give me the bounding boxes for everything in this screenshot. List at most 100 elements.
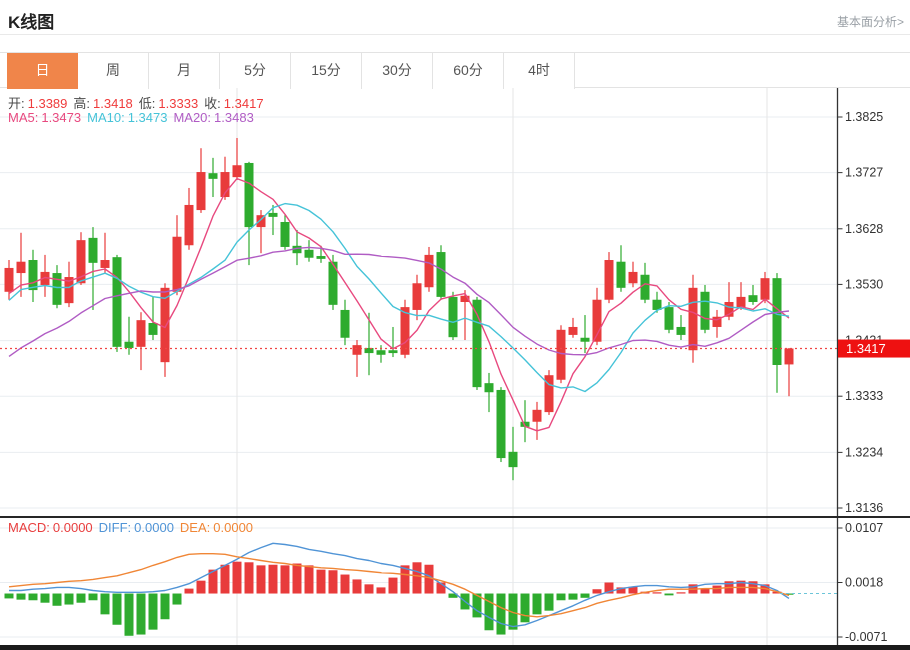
chart-bottom-scrollbar[interactable] <box>0 645 910 650</box>
macd-bar[interactable] <box>413 562 422 593</box>
candle-body[interactable] <box>605 260 614 300</box>
kline-page: { "page": { "title": "K线图", "link": "基本面… <box>0 0 910 650</box>
macd-bar[interactable] <box>677 592 686 593</box>
macd-bar[interactable] <box>593 589 602 593</box>
macd-bar[interactable] <box>173 594 182 605</box>
candle-body[interactable] <box>485 383 494 392</box>
macd-bar[interactable] <box>521 594 530 623</box>
candle-body[interactable] <box>617 262 626 288</box>
ma-item: MA5:1.3473 <box>8 110 84 125</box>
candle-body[interactable] <box>401 307 410 355</box>
macd-bar[interactable] <box>101 594 110 615</box>
candle-body[interactable] <box>533 410 542 422</box>
candle-body[interactable] <box>581 338 590 342</box>
candle-body[interactable] <box>701 292 710 330</box>
candle-body[interactable] <box>149 323 158 335</box>
candle-body[interactable] <box>137 320 146 347</box>
macd-bar[interactable] <box>29 594 38 601</box>
candle-body[interactable] <box>53 273 62 305</box>
macd-bar[interactable] <box>245 562 254 593</box>
macd-bar[interactable] <box>377 587 386 593</box>
candle-body[interactable] <box>17 262 26 273</box>
candle-body[interactable] <box>473 300 482 387</box>
candle-body[interactable] <box>233 165 242 177</box>
candle-body[interactable] <box>737 297 746 307</box>
macd-bar[interactable] <box>293 564 302 594</box>
macd-bar[interactable] <box>497 594 506 635</box>
candle-body[interactable] <box>125 342 134 348</box>
macd-bar[interactable] <box>257 565 266 593</box>
macd-bar[interactable] <box>149 594 158 630</box>
macd-bar[interactable] <box>41 594 50 603</box>
macd-bar[interactable] <box>353 579 362 593</box>
macd-bar[interactable] <box>125 594 134 636</box>
candle-body[interactable] <box>425 255 434 287</box>
candle-body[interactable] <box>197 172 206 210</box>
candle-body[interactable] <box>173 237 182 292</box>
candle-body[interactable] <box>389 350 398 353</box>
macd-bar[interactable] <box>53 594 62 606</box>
macd-bar[interactable] <box>77 594 86 603</box>
candle-body[interactable] <box>557 330 566 380</box>
candle-body[interactable] <box>89 238 98 263</box>
candle-body[interactable] <box>305 250 314 258</box>
candle-body[interactable] <box>353 345 362 355</box>
candle-body[interactable] <box>497 390 506 458</box>
candle-body[interactable] <box>689 288 698 350</box>
candle-body[interactable] <box>185 205 194 245</box>
candle-body[interactable] <box>281 222 290 247</box>
candle-body[interactable] <box>113 257 122 347</box>
macd-bar[interactable] <box>197 581 206 594</box>
macd-bar[interactable] <box>17 594 26 600</box>
ma-item: MA10:1.3473 <box>87 110 170 125</box>
candle-body[interactable] <box>245 163 254 227</box>
macd-bar[interactable] <box>233 562 242 594</box>
candle-body[interactable] <box>377 350 386 355</box>
macd-bar[interactable] <box>113 594 122 625</box>
macd-bar[interactable] <box>89 594 98 601</box>
macd-bar[interactable] <box>269 565 278 594</box>
macd-bar[interactable] <box>557 594 566 601</box>
candle-body[interactable] <box>413 283 422 310</box>
macd-bar[interactable] <box>485 594 494 631</box>
candle-body[interactable] <box>5 268 14 292</box>
macd-bar[interactable] <box>185 589 194 594</box>
macd-bar[interactable] <box>365 584 374 593</box>
candle-body[interactable] <box>749 295 758 302</box>
candle-body[interactable] <box>101 260 110 268</box>
macd-bar[interactable] <box>665 594 674 596</box>
candle-body[interactable] <box>677 327 686 335</box>
macd-bar[interactable] <box>545 594 554 611</box>
macd-bar[interactable] <box>533 594 542 615</box>
macd-bar[interactable] <box>5 594 14 599</box>
macd-bar[interactable] <box>389 578 398 594</box>
candle-body[interactable] <box>209 173 218 179</box>
candle-body[interactable] <box>773 278 782 365</box>
macd-bar[interactable] <box>569 594 578 600</box>
macd-bar[interactable] <box>341 575 350 594</box>
candle-body[interactable] <box>761 278 770 300</box>
candle-body[interactable] <box>341 310 350 338</box>
macd-bar[interactable] <box>329 570 338 593</box>
macd-bar[interactable] <box>281 565 290 593</box>
candle-body[interactable] <box>29 260 38 290</box>
macd-bar[interactable] <box>581 594 590 598</box>
candle-body[interactable] <box>785 349 794 365</box>
macd-bar[interactable] <box>137 594 146 635</box>
candle-body[interactable] <box>317 256 326 259</box>
candle-body[interactable] <box>641 275 650 300</box>
candle-body[interactable] <box>665 307 674 330</box>
macd-bar[interactable] <box>305 565 314 593</box>
candle-body[interactable] <box>437 252 446 297</box>
macd-bar[interactable] <box>161 594 170 620</box>
candle-body[interactable] <box>629 272 638 283</box>
macd-bar[interactable] <box>317 570 326 594</box>
candle-body[interactable] <box>449 297 458 337</box>
macd-bar[interactable] <box>65 594 74 605</box>
macd-bar[interactable] <box>653 592 662 593</box>
candle-body[interactable] <box>269 213 278 217</box>
candle-body[interactable] <box>509 452 518 467</box>
candle-body[interactable] <box>569 327 578 335</box>
macd-bar[interactable] <box>713 586 722 594</box>
macd-bar[interactable] <box>221 565 230 594</box>
